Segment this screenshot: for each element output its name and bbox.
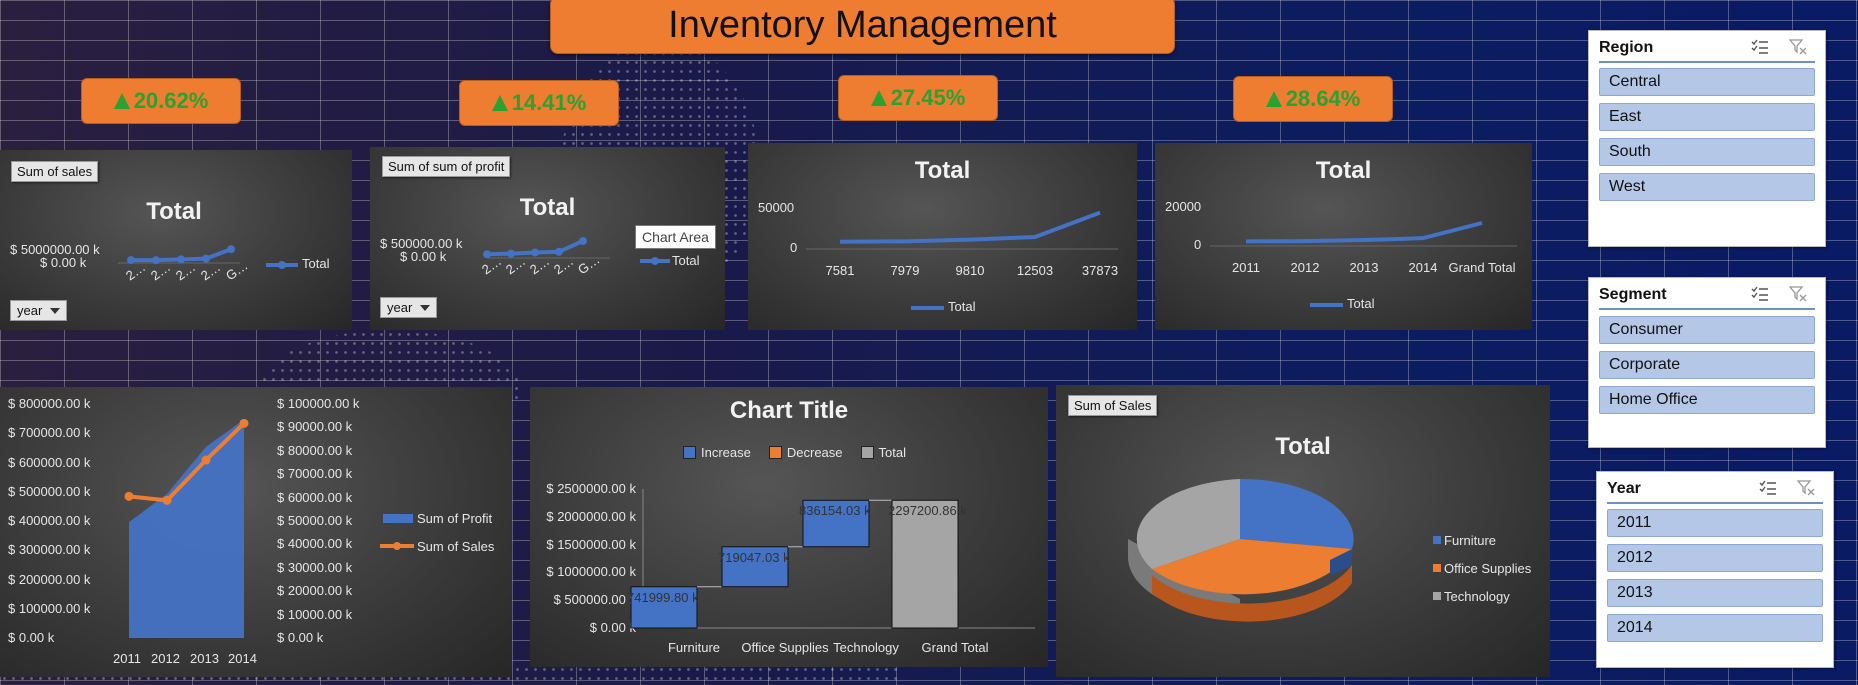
x-tick-label: Grand Total [1448, 260, 1516, 275]
up-arrow-icon [870, 90, 887, 106]
slicer-header: Year [1607, 480, 1823, 504]
x-tick-label: Grand Total [921, 640, 989, 655]
legend-label: Total [302, 256, 330, 271]
slicer-title: Segment [1599, 286, 1667, 303]
up-arrow-icon [113, 93, 130, 109]
legend-swatch [1433, 564, 1441, 572]
axis-field-label: year [387, 300, 413, 315]
legend-label-technology: Technology [1444, 589, 1510, 604]
slicer-header: Segment [1599, 286, 1815, 310]
legend-swatch [1433, 592, 1441, 600]
slicer-item-south[interactable]: South [1599, 138, 1815, 166]
year-slicer[interactable]: Year 2011 2012 2013 2014 [1596, 471, 1834, 668]
multi-select-icon[interactable] [1751, 286, 1769, 302]
legend-label: Total [948, 299, 976, 314]
kpi-value: 14.41% [511, 90, 587, 115]
data-point [531, 248, 539, 257]
profit-pivot-chart[interactable]: Sum of sum of profit Total $ 500000.00 k… [370, 147, 725, 330]
data-point [579, 236, 587, 245]
sales-data-point [124, 491, 134, 501]
pie-plot [1128, 478, 1441, 622]
legend-label: Total [672, 253, 700, 268]
sales-data-point [239, 418, 249, 428]
slicer-title: Year [1607, 480, 1641, 497]
sales-data-point [201, 455, 211, 465]
data-point [202, 254, 210, 263]
slicer-item-2012[interactable]: 2012 [1607, 544, 1823, 572]
slicer-item-2011[interactable]: 2011 [1607, 509, 1823, 537]
slicer-item-consumer[interactable]: Consumer [1599, 316, 1815, 344]
slicer-item-central[interactable]: Central [1599, 68, 1815, 96]
kpi-badge-3: 27.45% [838, 75, 998, 121]
data-label: 741999.80 k [627, 589, 699, 605]
kpi-badge-4: 28.64% [1233, 76, 1393, 122]
kpi-badge-sales: 20.62% [81, 78, 241, 124]
legend-swatch [1433, 536, 1441, 544]
x-tick-label: 2012 [151, 651, 180, 666]
waterfall-chart[interactable]: Chart Title Increase Decrease Total $ 25… [530, 387, 1048, 667]
multi-select-icon[interactable] [1759, 480, 1777, 496]
line-plot-4 [1210, 221, 1517, 307]
legend-label: Total [1347, 296, 1375, 311]
up-arrow-icon [1265, 91, 1282, 107]
data-point [555, 247, 563, 256]
slicer-header: Region [1599, 39, 1815, 63]
kpi-value: 20.62% [133, 88, 209, 113]
data-label: 2297200.86 k [888, 503, 967, 519]
slicer-item-west[interactable]: West [1599, 173, 1815, 201]
pie-slice-furniture [1240, 478, 1354, 549]
waterfall-plot [630, 489, 1035, 629]
legend-label-sales: Sum of Sales [417, 539, 495, 554]
slicer-item-home-office[interactable]: Home Office [1599, 386, 1815, 414]
up-arrow-icon [491, 95, 508, 111]
x-tick-label: 2014 [228, 651, 257, 666]
clear-filter-icon[interactable] [1789, 286, 1807, 302]
kpi-value: 28.64% [1285, 86, 1361, 111]
waterfall-bar [891, 499, 959, 629]
page-title: Inventory Management [550, 0, 1175, 54]
multi-select-icon[interactable] [1751, 39, 1769, 55]
kpi-badge-profit: 14.41% [459, 80, 619, 126]
data-point [227, 245, 235, 254]
clear-filter-icon[interactable] [1789, 39, 1807, 55]
x-tick-label: 2013 [190, 651, 219, 666]
segment-slicer[interactable]: Segment Consumer Corporate Home Office [1588, 277, 1826, 448]
kpi-value: 27.45% [890, 85, 966, 110]
axis-field-button-year[interactable]: year [380, 297, 438, 318]
line-plot-3 [806, 210, 1118, 310]
pie-chart[interactable]: Sum of Sales Total Furniture Office Supp… [1056, 385, 1550, 677]
slicer-item-corporate[interactable]: Corporate [1599, 351, 1815, 379]
legend-label-furniture: Furniture [1444, 533, 1497, 548]
data-label: 719047.03 k [718, 549, 790, 565]
axis-field-label: year [17, 303, 43, 318]
slicer-item-2014[interactable]: 2014 [1607, 614, 1823, 642]
axis-field-button-year[interactable]: year [10, 300, 68, 321]
chart-area-tooltip: Chart Area [635, 225, 716, 249]
region-slicer[interactable]: Region Central East South West [1588, 30, 1826, 247]
legend-label-office-supplies: Office Supplies [1444, 561, 1532, 576]
profit-sales-combo-chart[interactable]: $ 800000.00 k $ 700000.00 k $ 600000.00 k $… [0, 387, 512, 677]
line-chart-4[interactable]: Total 20000 0 2011 2012 2013 2014 Grand Tota… [1155, 143, 1532, 330]
legend-label-profit: Sum of Profit [417, 511, 493, 526]
dropdown-arrow-icon [420, 304, 431, 311]
line-chart-3[interactable]: Total 50000 0 7581 7979 9810 12503 37873 Tot… [748, 143, 1137, 330]
x-tick-label: 37873 [1081, 263, 1119, 278]
slicer-title: Region [1599, 39, 1654, 56]
slicer-item-east[interactable]: East [1599, 103, 1815, 131]
data-label: 836154.03 k [799, 503, 871, 519]
x-tick-label: 2011 [113, 651, 141, 666]
slicer-item-2013[interactable]: 2013 [1607, 579, 1823, 607]
sales-pivot-chart[interactable]: Sum of sales Total $ 5000000.00 k $ 0.00… [0, 150, 352, 330]
dropdown-arrow-icon [50, 307, 61, 314]
combo-plot [124, 418, 414, 638]
sales-data-point [162, 495, 172, 505]
clear-filter-icon[interactable] [1797, 480, 1815, 496]
